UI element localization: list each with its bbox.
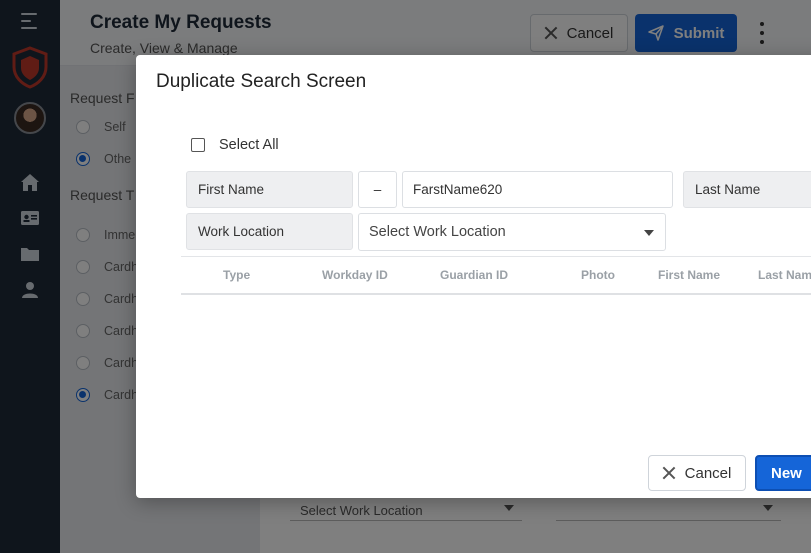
dialog-new-button[interactable]: New: [755, 455, 811, 491]
operator-field[interactable]: –: [358, 171, 397, 208]
select-all[interactable]: Select All: [191, 137, 279, 153]
work-location-placeholder: Select Work Location: [369, 224, 506, 240]
results-table-header: Type Workday ID Guardian ID Photo First …: [181, 256, 811, 295]
work-location-label: Work Location: [186, 213, 353, 250]
select-all-label: Select All: [219, 137, 279, 153]
close-icon: [663, 467, 675, 479]
work-location-select[interactable]: Select Work Location: [358, 213, 666, 251]
dialog-new-label: New: [771, 464, 802, 482]
first-name-input[interactable]: FarstName620: [402, 171, 673, 208]
col-type[interactable]: Type: [223, 268, 250, 282]
col-last-name[interactable]: Last Nam: [758, 268, 811, 282]
col-workday-id[interactable]: Workday ID: [322, 268, 388, 282]
col-first-name[interactable]: First Name: [658, 268, 720, 282]
chevron-down-icon: [644, 230, 654, 236]
dialog-cancel-label: Cancel: [684, 464, 732, 482]
first-name-label: First Name: [186, 171, 353, 208]
dialog-title: Duplicate Search Screen: [156, 71, 367, 92]
last-name-label: Last Name: [683, 171, 811, 208]
duplicate-search-dialog: Duplicate Search Screen Select All First…: [136, 55, 811, 498]
select-all-checkbox[interactable]: [191, 138, 205, 152]
col-guardian-id[interactable]: Guardian ID: [440, 268, 508, 282]
dialog-cancel-button[interactable]: Cancel: [648, 455, 746, 491]
col-photo[interactable]: Photo: [581, 268, 615, 282]
